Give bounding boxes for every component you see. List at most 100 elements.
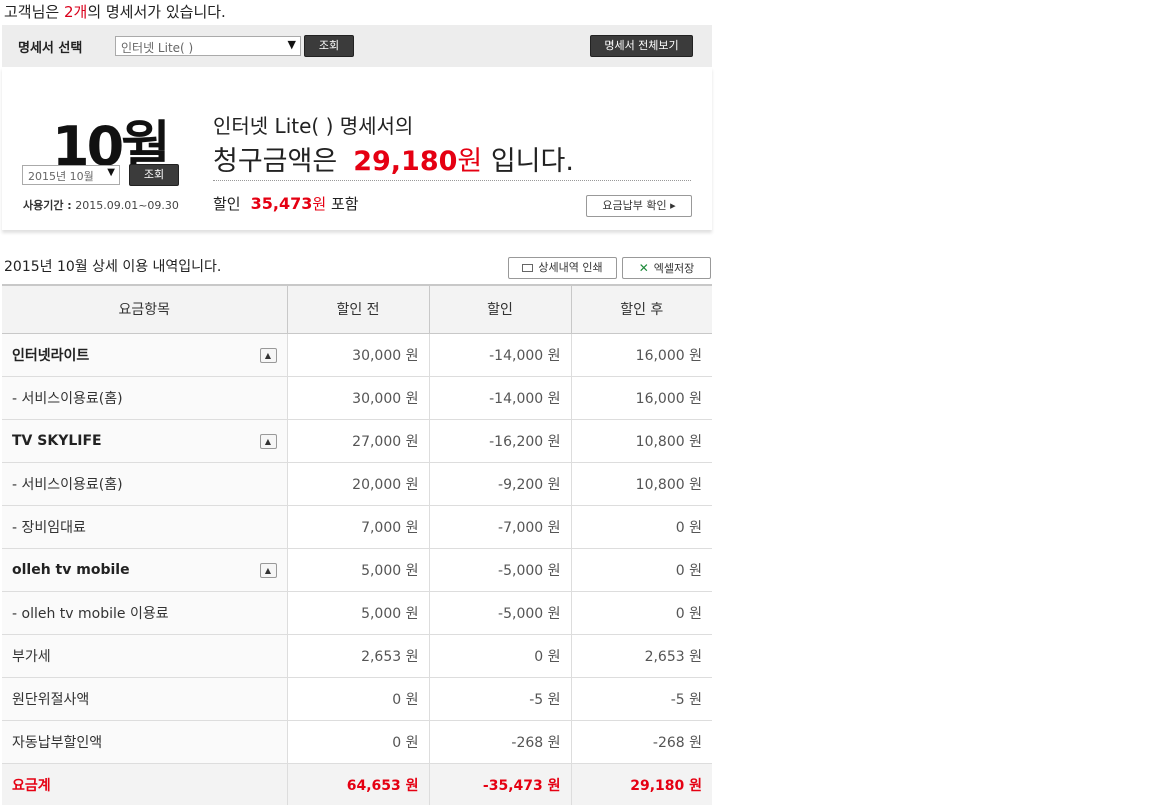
col-header-after: 할인 후 [571, 284, 712, 334]
row-after-discount-text: 16,000 원 [635, 390, 702, 407]
row-after-discount-text: 0 원 [675, 605, 702, 622]
bill-count-notice: 고객님은 2개의 명세서가 있습니다. [4, 1, 226, 22]
row-after-discount-text: -268 원 [652, 734, 702, 751]
amount-prefix: 청구금액은 [213, 146, 338, 177]
row-after-discount-text: -5 원 [670, 691, 702, 708]
row-item: - 장비임대료 [2, 505, 288, 549]
excel-save-button[interactable]: ✕ 엑셀저장 [622, 257, 711, 279]
chevron-up-icon[interactable]: ▲ [259, 562, 277, 578]
row-discount-text: -268 원 [511, 734, 561, 751]
total-after-discount: 29,180 원 [571, 763, 712, 805]
bill-headline-amount: 청구금액은 29,180원 입니다. [213, 139, 574, 178]
col-header-discount: 할인 [429, 284, 572, 334]
row-item: 원단위절사액 [2, 677, 288, 721]
row-after-discount: 10,800 원 [571, 462, 712, 506]
row-item: 자동납부할인액 [2, 720, 288, 764]
usage-period-value: 2015.09.01~09.30 [75, 199, 179, 212]
total-before-discount: 64,653 원 [287, 763, 430, 805]
print-detail-label: 상세내역 인쇄 [538, 261, 603, 274]
row-discount-text: -5 원 [529, 691, 561, 708]
printer-icon [522, 264, 534, 272]
row-item: - olleh tv mobile 이용료 [2, 591, 288, 635]
row-after-discount: -5 원 [571, 677, 712, 721]
payment-check-button[interactable]: 요금납부 확인 ▸ [586, 195, 692, 217]
billed-amount: 29,180 [353, 146, 458, 177]
row-item-text: olleh tv mobile [12, 561, 130, 578]
billed-amount-unit: 원 [457, 146, 483, 177]
dropdown-arrow-icon: ▼ [287, 38, 296, 51]
print-detail-button[interactable]: 상세내역 인쇄 [508, 257, 617, 279]
row-after-discount-text: 16,000 원 [635, 347, 702, 364]
table-row: olleh tv mobile ▲ 5,000 원 -5,000 원 0 원 [2, 548, 712, 592]
row-discount-text: -5,000 원 [498, 605, 561, 622]
row-discount: -5,000 원 [429, 591, 572, 635]
table-row: 원단위절사액 0 원 -5 원 -5 원 [2, 677, 712, 721]
bill-detail-table: 요금항목 할인 전 할인 할인 후 인터넷라이트 ▲ 30,000 원 -14,000… [2, 284, 712, 805]
row-item-text: - 서비스이용료(홈) [12, 390, 123, 407]
row-discount-text: -16,200 원 [489, 433, 561, 450]
bill-select-value: 인터넷 Lite( ) [121, 41, 194, 55]
row-after-discount: 16,000 원 [571, 376, 712, 420]
chevron-up-icon[interactable]: ▲ [259, 347, 277, 363]
total-discount: -35,473 원 [429, 763, 572, 805]
row-discount-text: -14,000 원 [489, 390, 561, 407]
col-header-before: 할인 전 [287, 284, 430, 334]
usage-period-label: 사용기간 : [23, 199, 72, 212]
month-select-dropdown[interactable]: 2015년 10월 ▼ [22, 165, 120, 185]
row-discount: -5 원 [429, 677, 572, 721]
row-before-discount: 0 원 [287, 720, 430, 764]
bill-table-body: 인터넷라이트 ▲ 30,000 원 -14,000 원 16,000 원 - 서비스이용료… [2, 333, 712, 805]
row-before-discount: 30,000 원 [287, 376, 430, 420]
row-item-text: 인터넷라이트 [12, 347, 90, 364]
detail-title: 2015년 10월 상세 이용 내역입니다. [4, 259, 222, 275]
view-all-bills-button[interactable]: 명세서 전체보기 [590, 35, 693, 57]
row-item: - 서비스이용료(홈) [2, 462, 288, 506]
row-discount: -268 원 [429, 720, 572, 764]
row-item: olleh tv mobile ▲ [2, 548, 288, 592]
bill-query-button[interactable]: 조회 [304, 35, 354, 57]
row-after-discount-text: 0 원 [675, 519, 702, 536]
row-before-discount: 30,000 원 [287, 333, 430, 377]
row-after-discount: 16,000 원 [571, 333, 712, 377]
row-item-text: 부가세 [12, 648, 51, 665]
chevron-up-icon[interactable]: ▲ [259, 433, 277, 449]
month-select-value: 2015년 10월 [28, 170, 94, 183]
row-discount-text: 0 원 [534, 648, 561, 665]
col-header-item: 요금항목 [2, 284, 288, 334]
table-row: - 서비스이용료(홈) 20,000 원 -9,200 원 10,800 원 [2, 462, 712, 506]
row-discount: -16,200 원 [429, 419, 572, 463]
month-query-button[interactable]: 조회 [129, 164, 179, 186]
row-item-text: 원단위절사액 [12, 691, 90, 708]
dotted-divider [213, 180, 691, 181]
amount-suffix: 입니다. [482, 146, 574, 177]
dropdown-arrow-icon: ▼ [107, 167, 115, 178]
row-item: TV SKYLIFE ▲ [2, 419, 288, 463]
table-header-row: 요금항목 할인 전 할인 할인 후 [2, 284, 712, 334]
row-discount: -5,000 원 [429, 548, 572, 592]
row-before-discount: 27,000 원 [287, 419, 430, 463]
usage-period: 사용기간 : 2015.09.01~09.30 [23, 197, 179, 213]
bill-headline-service: 인터넷 Lite( ) 명세서의 [213, 114, 414, 138]
notice-suffix: 의 명세서가 있습니다. [87, 3, 226, 21]
notice-count: 2개 [63, 3, 88, 21]
discount-unit: 원 [312, 195, 327, 213]
table-row: - 장비임대료 7,000 원 -7,000 원 0 원 [2, 505, 712, 549]
row-before-discount: 2,653 원 [287, 634, 430, 678]
row-before-discount: 7,000 원 [287, 505, 430, 549]
excel-save-label: 엑셀저장 [653, 262, 695, 275]
table-row: 자동납부할인액 0 원 -268 원 -268 원 [2, 720, 712, 764]
table-row: - olleh tv mobile 이용료 5,000 원 -5,000 원 0 원 [2, 591, 712, 635]
row-after-discount-text: 10,800 원 [635, 433, 702, 450]
bill-select-dropdown[interactable]: 인터넷 Lite( ) ▼ [115, 36, 301, 56]
row-before-discount-text: 0 원 [392, 691, 419, 708]
row-discount-text: -9,200 원 [498, 476, 561, 493]
row-before-discount: 0 원 [287, 677, 430, 721]
row-discount-text: -14,000 원 [489, 347, 561, 364]
row-before-discount: 5,000 원 [287, 548, 430, 592]
row-before-discount-text: 7,000 원 [361, 519, 419, 536]
row-before-discount-text: 30,000 원 [352, 390, 419, 407]
row-after-discount: -268 원 [571, 720, 712, 764]
row-discount: 0 원 [429, 634, 572, 678]
row-before-discount-text: 20,000 원 [352, 476, 419, 493]
row-discount: -7,000 원 [429, 505, 572, 549]
